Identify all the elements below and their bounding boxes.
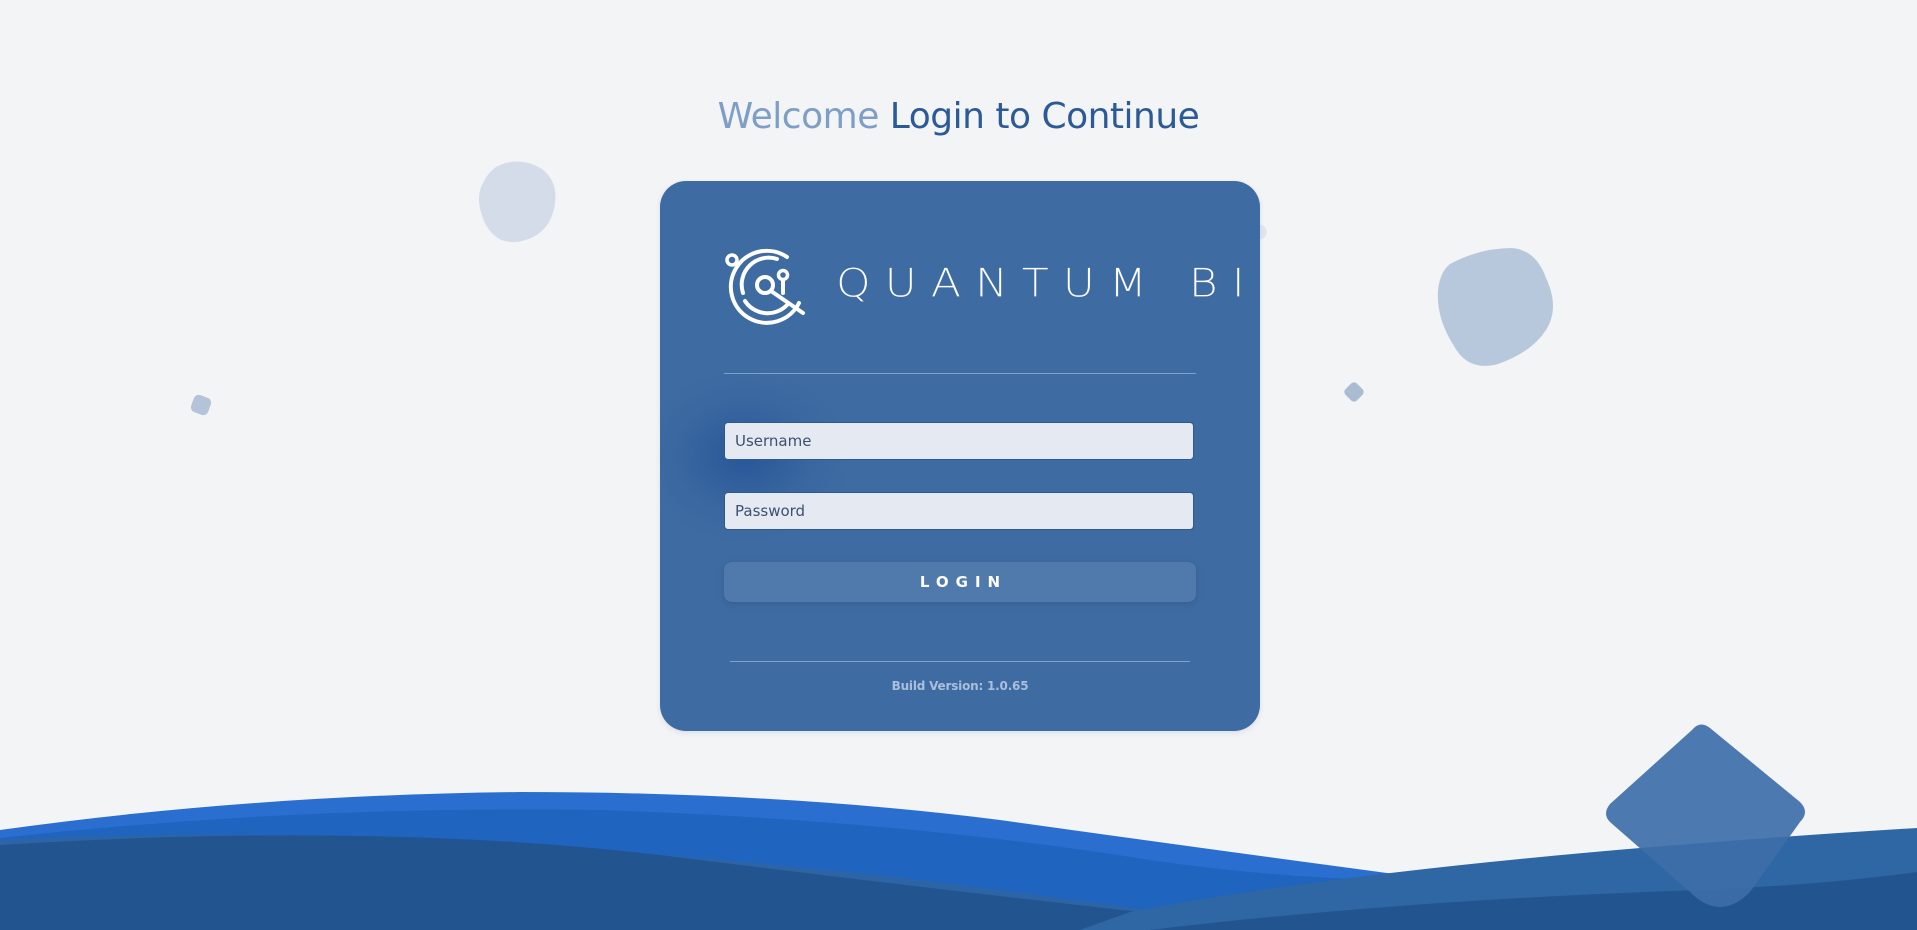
login-page: Welcome Login to Continue QUANTUM BI LOG…: [0, 0, 1917, 930]
logo-divider: [724, 373, 1196, 374]
username-input[interactable]: [724, 422, 1194, 460]
brand-logo: QUANTUM BI: [723, 243, 1245, 329]
brand-name: QUANTUM BI: [836, 260, 1259, 307]
password-input[interactable]: [724, 492, 1194, 530]
welcome-heading: Welcome Login to Continue: [0, 96, 1917, 137]
build-version: Build Version: 1.0.65: [891, 679, 1029, 693]
login-button[interactable]: LOGIN: [724, 562, 1196, 602]
quantum-bi-logo-icon: [725, 248, 805, 325]
welcome-text: Welcome: [717, 96, 880, 137]
footer-divider: [730, 661, 1190, 662]
decorative-diamond: [1606, 724, 1805, 907]
login-card: QUANTUM BI LOGIN Build Version: 1.0.65: [660, 181, 1260, 731]
login-to-continue-text: Login to Continue: [889, 96, 1200, 137]
